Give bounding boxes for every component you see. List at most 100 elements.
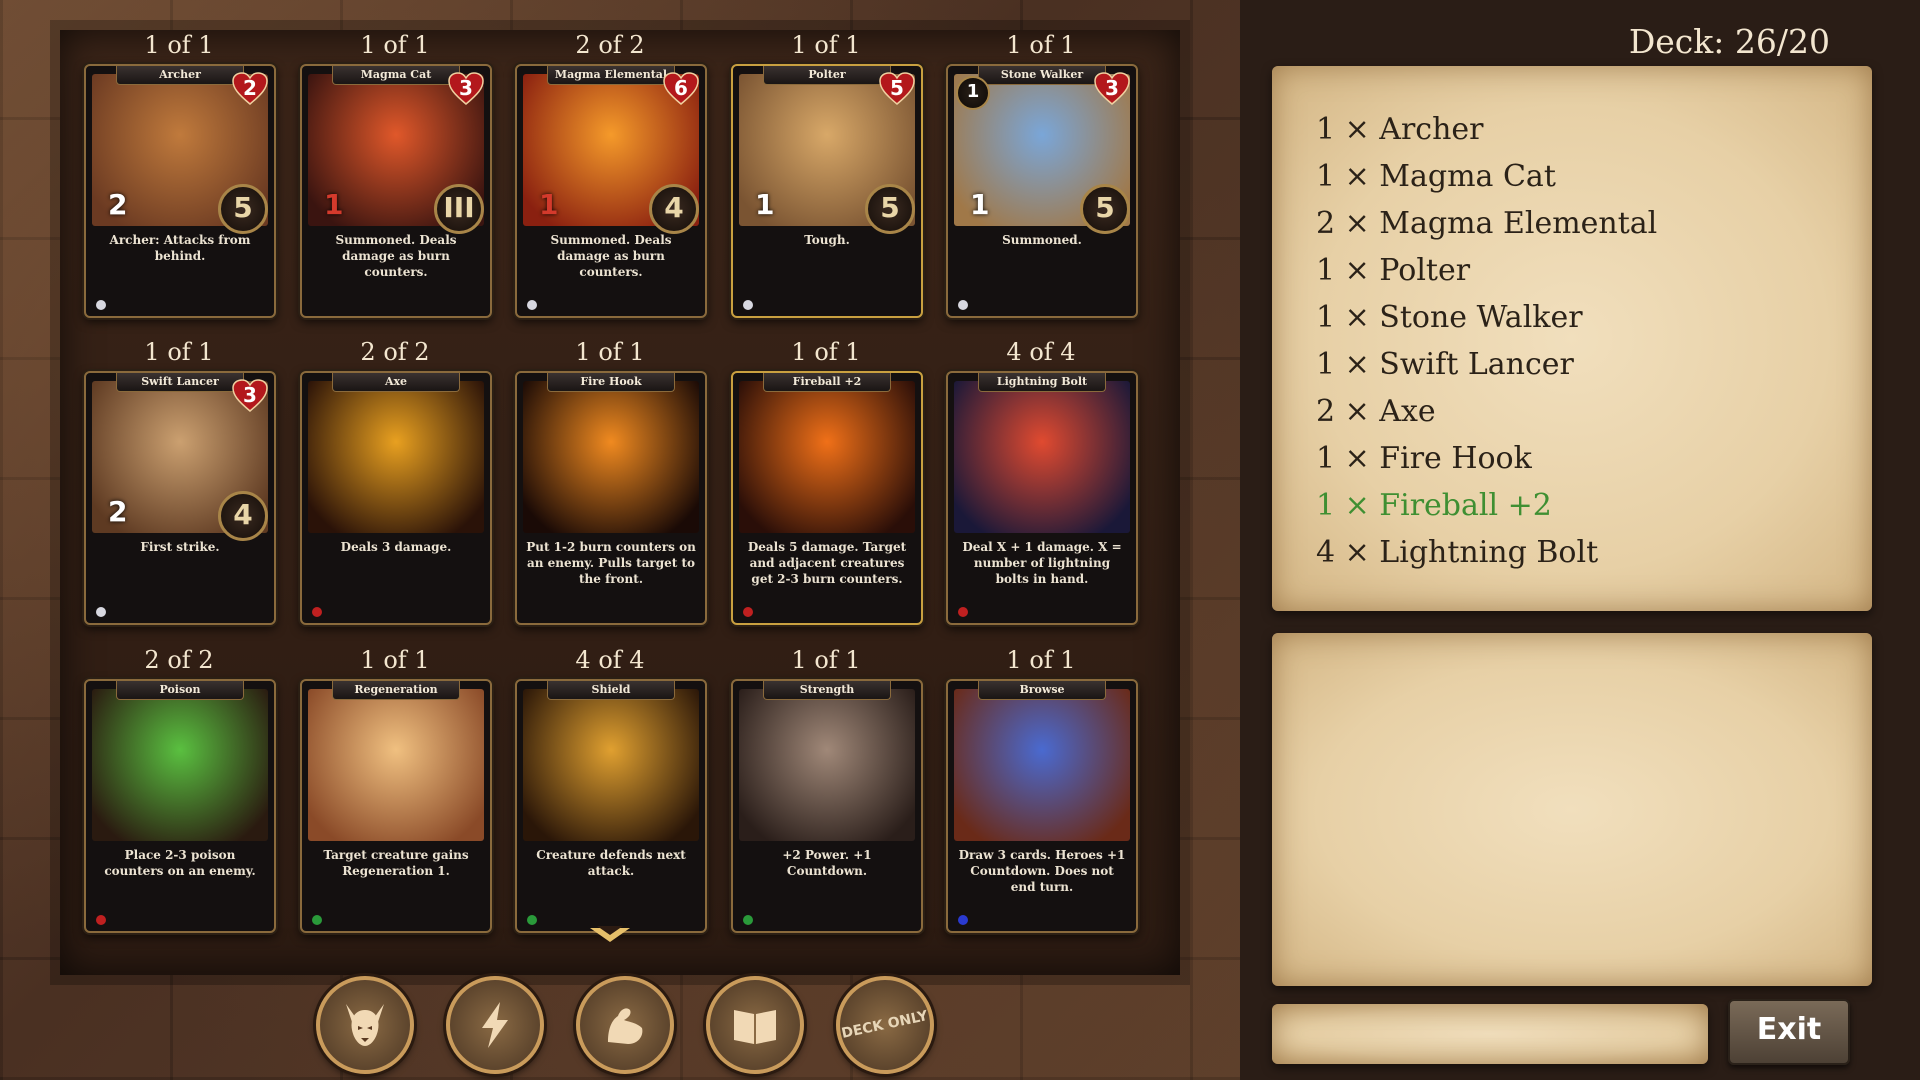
card[interactable]: Archer 2 5 2 Archer: Attacks from behind. (84, 64, 276, 318)
power-value: 1 (970, 188, 990, 221)
card-name: Fireball +2 (763, 373, 891, 392)
card-name: Poison (116, 681, 244, 700)
card-description: Draw 3 cards. Heroes +1 Countdown. Does … (958, 848, 1126, 894)
health-value: 6 (674, 76, 688, 100)
card-name: Lightning Bolt (978, 373, 1106, 392)
health-heart-icon: 3 (448, 72, 484, 106)
deck-list-item[interactable]: 1 × Archer (1316, 106, 1657, 153)
card-count: 1 of 1 (791, 31, 861, 59)
book-icon (734, 1010, 776, 1044)
card-slot: 1 of 1 Archer 2 5 2 Archer: Attacks from behi… (84, 28, 276, 318)
card[interactable]: Magma Cat 3 III 1 Summoned. Deals damage as … (300, 64, 492, 318)
card-description: Archer: Attacks from behind. (109, 233, 251, 263)
rarity-gem-icon (96, 300, 106, 310)
card-name: Polter (763, 66, 891, 85)
card[interactable]: Poison Place 2-3 poison counters on an en… (84, 679, 276, 933)
card[interactable]: Swift Lancer 3 4 2 First strike. (84, 371, 276, 625)
card-description: First strike. (140, 540, 220, 554)
rarity-gem-icon (312, 607, 322, 617)
card[interactable]: Regeneration Target creature gains Regene… (300, 679, 492, 933)
card-count: 2 of 2 (575, 31, 645, 59)
power-value: 1 (755, 188, 775, 221)
deck-name-panel[interactable] (1272, 1004, 1708, 1064)
power-value: 2 (108, 188, 128, 221)
card-name: Browse (978, 681, 1106, 700)
rarity-gem-icon (527, 915, 537, 925)
card-count: 1 of 1 (360, 31, 430, 59)
filter-spells-button[interactable] (446, 976, 544, 1074)
rarity-gem-icon (312, 915, 322, 925)
card-name: Strength (763, 681, 891, 700)
lightning-icon (482, 1002, 508, 1048)
rarity-gem-icon (96, 607, 106, 617)
rarity-gem-icon (96, 915, 106, 925)
card-slot: 4 of 4 Shield Creature defends next attack… (515, 643, 707, 933)
deck-list-item[interactable]: 1 × Polter (1316, 247, 1657, 294)
deck-list-item[interactable]: 2 × Magma Elemental (1316, 200, 1657, 247)
rarity-gem-icon (527, 300, 537, 310)
rarity-gem-icon (743, 915, 753, 925)
health-value: 5 (890, 76, 904, 100)
filter-creatures-button[interactable] (316, 976, 414, 1074)
deck-list-item[interactable]: 1 × Swift Lancer (1316, 341, 1657, 388)
card-description: Deal X + 1 damage. X = number of lightni… (962, 540, 1122, 586)
card[interactable]: Strength +2 Power. +1 Countdown. (731, 679, 923, 933)
countdown-value: 5 (865, 184, 915, 234)
card-slot: 1 of 1 Regeneration Target creature gains … (300, 643, 492, 933)
deck-list-item[interactable]: 1 × Fireball +2 (1316, 482, 1657, 529)
card-description: +2 Power. +1 Countdown. (782, 848, 872, 878)
card-count: 4 of 4 (575, 646, 645, 674)
card-slot: 1 of 1 Polter 5 5 1 Tough. (731, 28, 923, 318)
card-count: 4 of 4 (1006, 338, 1076, 366)
card-slot: 1 of 1 Fire Hook Put 1-2 burn counters on … (515, 335, 707, 625)
card-art (308, 689, 484, 841)
health-value: 3 (243, 383, 257, 407)
filter-utility-button[interactable] (706, 976, 804, 1074)
card-description: Put 1-2 burn counters on an enemy. Pulls… (526, 540, 696, 586)
card-description: Target creature gains Regeneration 1. (323, 848, 469, 878)
card[interactable]: Magma Elemental 6 4 1 Summoned. Deals damage… (515, 64, 707, 318)
deck-list-item[interactable]: 4 × Lightning Bolt (1316, 529, 1657, 576)
card-count: 1 of 1 (1006, 31, 1076, 59)
card-slot: 2 of 2 Poison Place 2-3 poison counters on… (84, 643, 276, 933)
card-art (308, 381, 484, 533)
card-description: Deals 3 damage. (340, 540, 452, 554)
health-value: 2 (243, 76, 257, 100)
health-value: 3 (1105, 76, 1119, 100)
health-heart-icon: 3 (232, 379, 268, 413)
card[interactable]: Polter 5 5 1 Tough. (731, 64, 923, 318)
card-name: Archer (116, 66, 244, 85)
deck-list-item[interactable]: 1 × Magma Cat (1316, 153, 1657, 200)
card[interactable]: Stone Walker 3 5 1 1 Summoned. (946, 64, 1138, 318)
card-name: Fire Hook (547, 373, 675, 392)
card[interactable]: Lightning Bolt Deal X + 1 damage. X = num… (946, 371, 1138, 625)
rarity-gem-icon (958, 300, 968, 310)
card-count: 1 of 1 (791, 646, 861, 674)
card-slot: 4 of 4 Lightning Bolt Deal X + 1 damage. X… (946, 335, 1138, 625)
deck-list-item[interactable]: 1 × Stone Walker (1316, 294, 1657, 341)
card-slot: 1 of 1 Fireball +2 Deals 5 damage. Target … (731, 335, 923, 625)
exit-button[interactable]: Exit (1728, 999, 1850, 1065)
card-description: Deals 5 damage. Target and adjacent crea… (747, 540, 907, 586)
card[interactable]: Fireball +2 Deals 5 damage. Target and ad… (731, 371, 923, 625)
filter-buffs-button[interactable] (576, 976, 674, 1074)
card[interactable]: Browse Draw 3 cards. Heroes +1 Countdown.… (946, 679, 1138, 933)
countdown-value: 5 (1080, 184, 1130, 234)
card-description: Place 2-3 poison counters on an enemy. (104, 848, 256, 878)
card[interactable]: Fire Hook Put 1-2 burn counters on an ene… (515, 371, 707, 625)
card-count: 2 of 2 (360, 338, 430, 366)
card[interactable]: Axe Deals 3 damage. (300, 371, 492, 625)
deck-list-item[interactable]: 1 × Fire Hook (1316, 435, 1657, 482)
card-name: Axe (332, 373, 460, 392)
card[interactable]: Shield Creature defends next attack. (515, 679, 707, 933)
filter-deck-only-button[interactable]: DECK ONLY (836, 976, 934, 1074)
health-heart-icon: 2 (232, 72, 268, 106)
countdown-value: 4 (649, 184, 699, 234)
scroll-down-arrow-icon[interactable] (590, 926, 630, 942)
card-art (954, 689, 1130, 841)
deck-only-label: DECK ONLY (840, 1007, 930, 1042)
deck-list-item[interactable]: 2 × Axe (1316, 388, 1657, 435)
health-heart-icon: 5 (879, 72, 915, 106)
card-slot: 2 of 2 Axe Deals 3 damage. (300, 335, 492, 625)
strength-icon (608, 1008, 643, 1044)
